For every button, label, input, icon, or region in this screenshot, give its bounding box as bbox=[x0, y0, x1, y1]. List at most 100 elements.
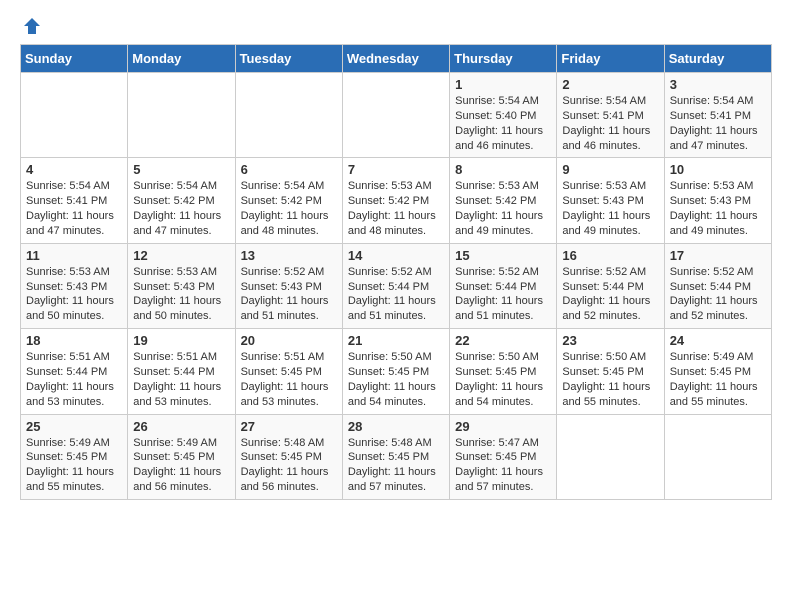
logo bbox=[20, 16, 42, 36]
day-number: 25 bbox=[26, 419, 122, 434]
calendar-cell bbox=[557, 414, 664, 499]
weekday-header-tuesday: Tuesday bbox=[235, 45, 342, 73]
day-number: 12 bbox=[133, 248, 229, 263]
day-number: 10 bbox=[670, 162, 766, 177]
day-info: Sunrise: 5:53 AM Sunset: 5:43 PM Dayligh… bbox=[670, 179, 766, 238]
calendar-cell: 29Sunrise: 5:47 AM Sunset: 5:45 PM Dayli… bbox=[450, 414, 557, 499]
day-info: Sunrise: 5:49 AM Sunset: 5:45 PM Dayligh… bbox=[26, 436, 122, 495]
day-info: Sunrise: 5:53 AM Sunset: 5:43 PM Dayligh… bbox=[26, 265, 122, 324]
day-info: Sunrise: 5:54 AM Sunset: 5:40 PM Dayligh… bbox=[455, 94, 551, 153]
day-info: Sunrise: 5:53 AM Sunset: 5:42 PM Dayligh… bbox=[455, 179, 551, 238]
calendar-cell: 23 Sunrise: 5:50 AM Sunset: 5:45 PM Dayli… bbox=[557, 329, 664, 414]
calendar-cell: 22 Sunrise: 5:50 AM Sunset: 5:45 PM Dayli… bbox=[450, 329, 557, 414]
calendar-cell bbox=[664, 414, 771, 499]
calendar-cell: 12 Sunrise: 5:53 AM Sunset: 5:43 PM Dayli… bbox=[128, 243, 235, 328]
day-info: Sunrise: 5:50 AM Sunset: 5:45 PM Dayligh… bbox=[562, 350, 658, 409]
day-number: 19 bbox=[133, 333, 229, 348]
day-number: 8 bbox=[455, 162, 551, 177]
day-info: Sunrise: 5:54 AM Sunset: 5:42 PM Dayligh… bbox=[241, 179, 337, 238]
day-info: Sunrise: 5:51 AM Sunset: 5:44 PM Dayligh… bbox=[133, 350, 229, 409]
day-info: Sunrise: 5:51 AM Sunset: 5:44 PM Dayligh… bbox=[26, 350, 122, 409]
calendar-cell: 28 Sunrise: 5:48 AM Sunset: 5:45 PM Dayli… bbox=[342, 414, 449, 499]
calendar-cell: 26 Sunrise: 5:49 AM Sunset: 5:45 PM Dayli… bbox=[128, 414, 235, 499]
day-number: 27 bbox=[241, 419, 337, 434]
day-info: Sunrise: 5:52 AM Sunset: 5:44 PM Dayligh… bbox=[562, 265, 658, 324]
day-info: Sunrise: 5:52 AM Sunset: 5:44 PM Dayligh… bbox=[455, 265, 551, 324]
day-number: 3 bbox=[670, 77, 766, 92]
day-number: 29 bbox=[455, 419, 551, 434]
day-number: 2 bbox=[562, 77, 658, 92]
calendar-cell: 8 Sunrise: 5:53 AM Sunset: 5:42 PM Daylig… bbox=[450, 158, 557, 243]
calendar-cell: 2 Sunrise: 5:54 AM Sunset: 5:41 PM Daylig… bbox=[557, 73, 664, 158]
day-number: 4 bbox=[26, 162, 122, 177]
day-number: 9 bbox=[562, 162, 658, 177]
day-info: Sunrise: 5:54 AM Sunset: 5:41 PM Dayligh… bbox=[562, 94, 658, 153]
day-number: 21 bbox=[348, 333, 444, 348]
day-info: Sunrise: 5:49 AM Sunset: 5:45 PM Dayligh… bbox=[133, 436, 229, 495]
calendar-cell: 4 Sunrise: 5:54 AM Sunset: 5:41 PM Daylig… bbox=[21, 158, 128, 243]
day-number: 13 bbox=[241, 248, 337, 263]
calendar-cell: 7 Sunrise: 5:53 AM Sunset: 5:42 PM Daylig… bbox=[342, 158, 449, 243]
day-number: 28 bbox=[348, 419, 444, 434]
calendar-cell: 11 Sunrise: 5:53 AM Sunset: 5:43 PM Dayli… bbox=[21, 243, 128, 328]
day-info: Sunrise: 5:54 AM Sunset: 5:41 PM Dayligh… bbox=[670, 94, 766, 153]
weekday-header-row: SundayMondayTuesdayWednesdayThursdayFrid… bbox=[21, 45, 772, 73]
day-info: Sunrise: 5:53 AM Sunset: 5:43 PM Dayligh… bbox=[133, 265, 229, 324]
calendar-cell: 21 Sunrise: 5:50 AM Sunset: 5:45 PM Dayli… bbox=[342, 329, 449, 414]
day-number: 24 bbox=[670, 333, 766, 348]
calendar-cell bbox=[128, 73, 235, 158]
calendar-cell: 3 Sunrise: 5:54 AM Sunset: 5:41 PM Daylig… bbox=[664, 73, 771, 158]
day-number: 20 bbox=[241, 333, 337, 348]
day-number: 5 bbox=[133, 162, 229, 177]
day-info: Sunrise: 5:49 AM Sunset: 5:45 PM Dayligh… bbox=[670, 350, 766, 409]
day-number: 16 bbox=[562, 248, 658, 263]
calendar-cell: 25 Sunrise: 5:49 AM Sunset: 5:45 PM Dayli… bbox=[21, 414, 128, 499]
calendar-cell: 1 Sunrise: 5:54 AM Sunset: 5:40 PM Daylig… bbox=[450, 73, 557, 158]
weekday-header-sunday: Sunday bbox=[21, 45, 128, 73]
week-row-3: 11 Sunrise: 5:53 AM Sunset: 5:43 PM Dayli… bbox=[21, 243, 772, 328]
weekday-header-thursday: Thursday bbox=[450, 45, 557, 73]
week-row-1: 1 Sunrise: 5:54 AM Sunset: 5:40 PM Daylig… bbox=[21, 73, 772, 158]
calendar-cell: 9Sunrise: 5:53 AM Sunset: 5:43 PM Daylig… bbox=[557, 158, 664, 243]
day-info: Sunrise: 5:48 AM Sunset: 5:45 PM Dayligh… bbox=[241, 436, 337, 495]
day-info: Sunrise: 5:50 AM Sunset: 5:45 PM Dayligh… bbox=[348, 350, 444, 409]
calendar-cell: 20 Sunrise: 5:51 AM Sunset: 5:45 PM Dayli… bbox=[235, 329, 342, 414]
day-number: 14 bbox=[348, 248, 444, 263]
calendar-cell bbox=[21, 73, 128, 158]
day-number: 1 bbox=[455, 77, 551, 92]
day-info: Sunrise: 5:52 AM Sunset: 5:44 PM Dayligh… bbox=[348, 265, 444, 324]
calendar-cell: 27 Sunrise: 5:48 AM Sunset: 5:45 PM Dayli… bbox=[235, 414, 342, 499]
day-info: Sunrise: 5:52 AM Sunset: 5:43 PM Dayligh… bbox=[241, 265, 337, 324]
calendar-cell: 16 Sunrise: 5:52 AM Sunset: 5:44 PM Dayli… bbox=[557, 243, 664, 328]
day-info: Sunrise: 5:50 AM Sunset: 5:45 PM Dayligh… bbox=[455, 350, 551, 409]
week-row-4: 18 Sunrise: 5:51 AM Sunset: 5:44 PM Dayli… bbox=[21, 329, 772, 414]
calendar-cell: 14 Sunrise: 5:52 AM Sunset: 5:44 PM Dayli… bbox=[342, 243, 449, 328]
weekday-header-monday: Monday bbox=[128, 45, 235, 73]
logo-icon bbox=[22, 16, 42, 36]
day-info: Sunrise: 5:53 AM Sunset: 5:42 PM Dayligh… bbox=[348, 179, 444, 238]
weekday-header-wednesday: Wednesday bbox=[342, 45, 449, 73]
day-number: 15 bbox=[455, 248, 551, 263]
calendar-cell: 5Sunrise: 5:54 AM Sunset: 5:42 PM Daylig… bbox=[128, 158, 235, 243]
weekday-header-friday: Friday bbox=[557, 45, 664, 73]
calendar-cell bbox=[235, 73, 342, 158]
day-info: Sunrise: 5:51 AM Sunset: 5:45 PM Dayligh… bbox=[241, 350, 337, 409]
day-number: 7 bbox=[348, 162, 444, 177]
calendar-cell: 18 Sunrise: 5:51 AM Sunset: 5:44 PM Dayli… bbox=[21, 329, 128, 414]
calendar-cell: 24 Sunrise: 5:49 AM Sunset: 5:45 PM Dayli… bbox=[664, 329, 771, 414]
week-row-2: 4 Sunrise: 5:54 AM Sunset: 5:41 PM Daylig… bbox=[21, 158, 772, 243]
day-info: Sunrise: 5:48 AM Sunset: 5:45 PM Dayligh… bbox=[348, 436, 444, 495]
day-number: 6 bbox=[241, 162, 337, 177]
day-number: 11 bbox=[26, 248, 122, 263]
day-info: Sunrise: 5:54 AM Sunset: 5:41 PM Dayligh… bbox=[26, 179, 122, 238]
calendar-cell: 13 Sunrise: 5:52 AM Sunset: 5:43 PM Dayli… bbox=[235, 243, 342, 328]
calendar-cell: 10 Sunrise: 5:53 AM Sunset: 5:43 PM Dayli… bbox=[664, 158, 771, 243]
calendar-cell bbox=[342, 73, 449, 158]
header bbox=[20, 16, 772, 36]
calendar-cell: 17Sunrise: 5:52 AM Sunset: 5:44 PM Dayli… bbox=[664, 243, 771, 328]
day-number: 18 bbox=[26, 333, 122, 348]
day-number: 22 bbox=[455, 333, 551, 348]
calendar-cell: 6 Sunrise: 5:54 AM Sunset: 5:42 PM Daylig… bbox=[235, 158, 342, 243]
day-number: 26 bbox=[133, 419, 229, 434]
day-number: 23 bbox=[562, 333, 658, 348]
